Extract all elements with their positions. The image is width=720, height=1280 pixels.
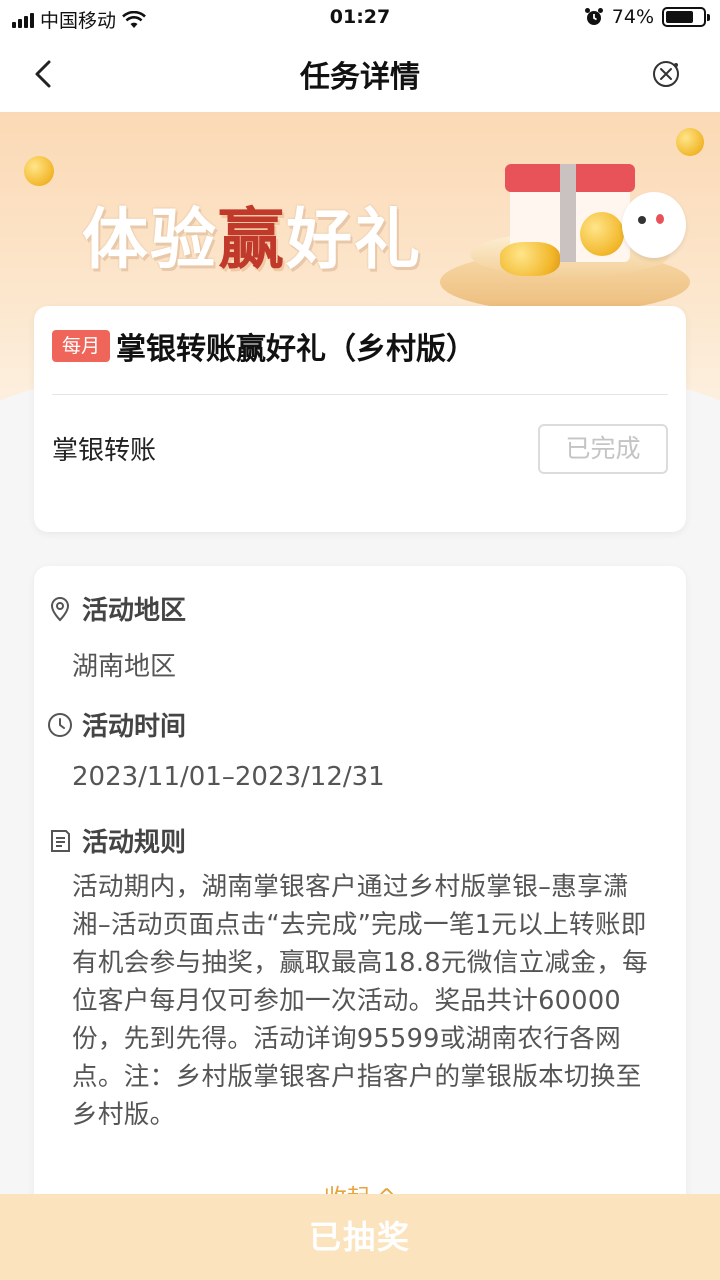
battery-icon xyxy=(662,7,710,27)
alarm-icon xyxy=(584,8,603,25)
chevron-left-icon[interactable] xyxy=(26,56,62,92)
rules-label: 活动规则 xyxy=(82,828,187,858)
task-title: 掌银转账赢好礼（乡村版） xyxy=(116,332,476,367)
coin-icon xyxy=(24,156,54,186)
region-header: 活动地区 xyxy=(46,590,186,627)
battery-percent: 74% xyxy=(611,6,654,28)
status-bar: 中国移动 01:27 74% xyxy=(0,0,720,36)
gift-ribbon xyxy=(560,164,576,262)
page-title: 任务详情 xyxy=(300,60,420,95)
gold-ingot-icon xyxy=(500,242,560,276)
region-value: 湖南地区 xyxy=(72,652,177,682)
drawn-button[interactable]: 已抽奖 xyxy=(0,1194,720,1280)
coin-stack-icon xyxy=(580,212,624,256)
task-item-name: 掌银转账 xyxy=(52,436,157,466)
nav-bar: 任务详情 xyxy=(0,36,720,112)
coin-icon xyxy=(676,128,704,156)
document-icon xyxy=(51,829,70,852)
region-label: 活动地区 xyxy=(82,596,187,626)
rules-text: 活动期内，湖南掌银客户通过乡村版掌银–惠享潇湘–活动页面点击“去完成”完成一笔1… xyxy=(72,872,649,1130)
activity-info-card: 活动地区 湖南地区 活动时间 2023/11/01–2023/12/31 活动规… xyxy=(34,566,686,1280)
divider xyxy=(52,394,668,395)
clock-icon xyxy=(48,712,72,737)
battery-fill xyxy=(666,11,693,23)
status-right: 74% xyxy=(584,6,710,28)
rules-header: 活动规则 xyxy=(46,822,186,859)
time-label: 活动时间 xyxy=(82,712,187,742)
task-card: 每月 掌银转账赢好礼（乡村版） 掌银转账 已完成 xyxy=(34,306,686,532)
time-value: 2023/11/01–2023/12/31 xyxy=(72,762,385,792)
close-circle-icon[interactable] xyxy=(650,58,682,90)
completed-button[interactable]: 已完成 xyxy=(538,424,668,474)
banner-title: 体验赢好礼 xyxy=(82,201,422,278)
mascot-icon xyxy=(622,192,686,258)
monthly-badge: 每月 xyxy=(52,330,111,362)
location-pin-icon xyxy=(50,596,70,621)
time-header: 活动时间 xyxy=(46,706,186,743)
